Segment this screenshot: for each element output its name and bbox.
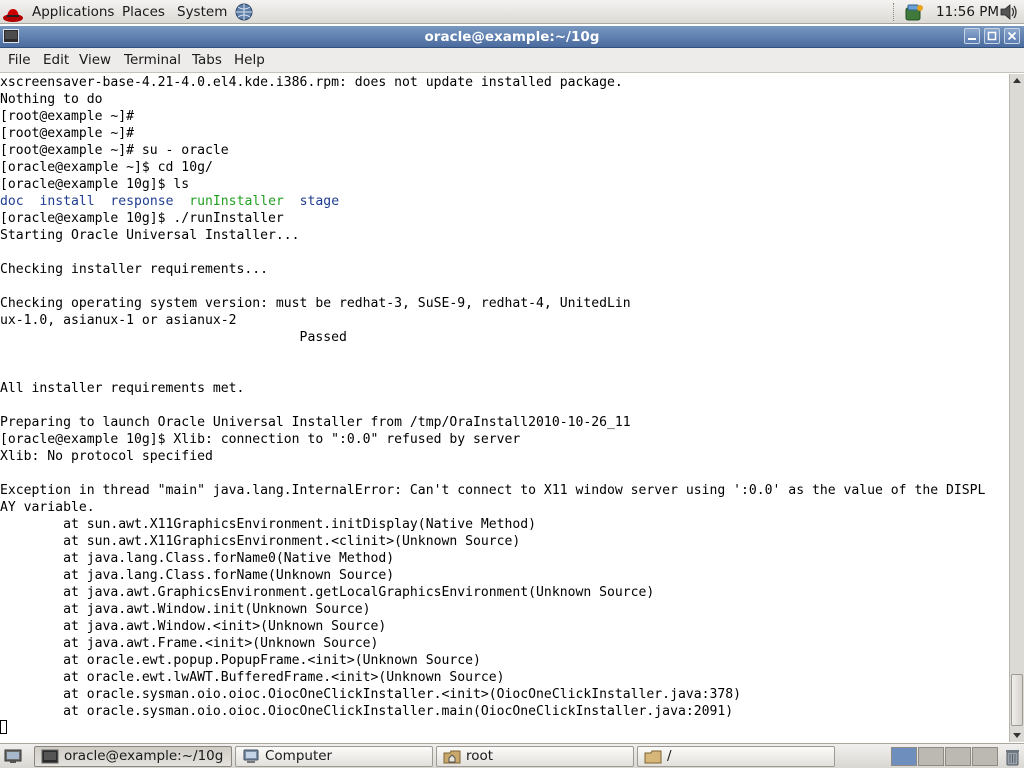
updates-icon[interactable]	[903, 2, 925, 22]
workspace-1[interactable]	[891, 747, 917, 766]
terminal-line: Xlib: No protocol specified	[0, 449, 213, 464]
applications-label: Applications	[32, 4, 115, 20]
terminal-line: [oracle@example 10g]$ Xlib: connection t…	[0, 432, 521, 447]
terminal-line: at java.awt.Window.init(Unknown Source)	[0, 602, 371, 617]
terminal-line: ux-1.0, asianux-1 or asianux-2	[0, 313, 237, 328]
computer-icon	[243, 749, 259, 763]
workspace-switcher[interactable]	[891, 747, 1001, 766]
close-icon	[1007, 31, 1017, 41]
terminal-line: All installer requirements met.	[0, 381, 245, 396]
taskbar-item-label: oracle@example:~/10g	[64, 748, 224, 764]
terminal-line: at java.awt.GraphicsEnvironment.getLocal…	[0, 585, 655, 600]
terminal-line: at sun.awt.X11GraphicsEnvironment.<clini…	[0, 534, 521, 549]
home-folder-icon	[443, 750, 461, 764]
terminal-line: xscreensaver-base-4.21-4.0.el4.kde.i386.…	[0, 75, 623, 90]
taskbar-item-label: root	[466, 748, 494, 764]
terminal-line: at java.lang.Class.forName0(Native Metho…	[0, 551, 395, 566]
close-button[interactable]	[1004, 28, 1020, 44]
terminal-line: AY variable.	[0, 500, 95, 515]
maximize-button[interactable]	[984, 28, 1000, 44]
system-menu[interactable]: System	[173, 3, 231, 21]
terminal-line: Passed	[0, 330, 347, 345]
terminal-line: Checking installer requirements...	[0, 262, 269, 277]
folder-icon	[644, 750, 662, 764]
workspace-4[interactable]	[972, 747, 998, 766]
minimize-icon	[968, 38, 976, 40]
terminal-output[interactable]: xscreensaver-base-4.21-4.0.el4.kde.i386.…	[0, 74, 1009, 742]
ls-entry: stage	[299, 194, 340, 209]
applications-menu[interactable]: Applications	[3, 3, 114, 22]
menubar: File Edit View Terminal Tabs Help	[0, 48, 1024, 73]
tray-separator	[893, 3, 896, 21]
clock[interactable]: 11:56 PM	[936, 3, 999, 21]
window-title: oracle@example:~/10g	[424, 29, 600, 45]
menu-help[interactable]: Help	[231, 52, 268, 69]
terminal-line: Starting Oracle Universal Installer...	[0, 228, 300, 243]
workspace-3[interactable]	[945, 747, 971, 766]
terminal-line: at java.lang.Class.forName(Unknown Sourc…	[0, 568, 395, 583]
terminal-line: Nothing to do	[0, 92, 103, 107]
terminal-prompt-line[interactable]	[0, 720, 1009, 737]
redhat-icon	[3, 9, 23, 22]
places-menu[interactable]: Places	[118, 3, 169, 21]
network-icon[interactable]	[233, 2, 255, 22]
terminal-line: at java.awt.Window.<init>(Unknown Source…	[0, 619, 387, 634]
terminal-text: xscreensaver-base-4.21-4.0.el4.kde.i386.…	[0, 74, 1009, 737]
vertical-scrollbar[interactable]	[1009, 74, 1024, 742]
bottom-panel: oracle@example:~/10g Computer root /	[0, 743, 1024, 768]
ls-entry: response	[110, 194, 174, 209]
terminal-line: [oracle@example 10g]$ ./runInstaller	[0, 211, 284, 226]
taskbar-item[interactable]: /	[637, 746, 835, 767]
terminal-line: [oracle@example 10g]$ ls	[0, 177, 190, 192]
terminal-line: at oracle.sysman.oio.oioc.OiocOneClickIn…	[0, 687, 742, 702]
menu-tabs[interactable]: Tabs	[189, 52, 225, 69]
ls-entry: runInstaller	[189, 194, 284, 209]
menu-view[interactable]: View	[76, 52, 114, 69]
terminal-line: Preparing to launch Oracle Universal Ins…	[0, 415, 631, 430]
terminal-line: at sun.awt.X11GraphicsEnvironment.initDi…	[0, 517, 537, 532]
terminal-line: Exception in thread "main" java.lang.Int…	[0, 483, 986, 498]
workspace-2[interactable]	[918, 747, 944, 766]
terminal-line: [root@example ~]#	[0, 109, 135, 124]
scroll-down-arrow-icon[interactable]	[1010, 728, 1024, 742]
terminal-line: at oracle.sysman.oio.oioc.OiocOneClickIn…	[0, 704, 734, 719]
scrollbar-thumb[interactable]	[1011, 674, 1023, 726]
taskbar-item-label: /	[667, 748, 672, 764]
menu-terminal[interactable]: Terminal	[121, 52, 184, 69]
terminal-line: Checking operating system version: must …	[0, 296, 631, 311]
terminal-line: at oracle.ewt.lwAWT.BufferedFrame.<init>…	[0, 670, 505, 685]
terminal-icon	[41, 749, 59, 764]
taskbar-item[interactable]: oracle@example:~/10g	[34, 746, 232, 767]
menu-file[interactable]: File	[5, 52, 34, 69]
maximize-icon	[987, 31, 997, 41]
show-desktop-icon[interactable]	[3, 747, 23, 765]
scroll-up-arrow-icon[interactable]	[1010, 74, 1024, 88]
trash-icon[interactable]	[1004, 747, 1021, 766]
menu-edit[interactable]: Edit	[40, 52, 72, 69]
volume-icon[interactable]	[998, 2, 1020, 22]
ls-entry: install	[39, 194, 95, 209]
text-cursor	[0, 720, 7, 734]
ls-entry: doc	[0, 194, 24, 209]
terminal-line: at java.awt.Frame.<init>(Unknown Source)	[0, 636, 379, 651]
taskbar-item[interactable]: Computer	[235, 746, 433, 767]
terminal-line: at oracle.ewt.popup.PopupFrame.<init>(Un…	[0, 653, 481, 668]
window-titlebar[interactable]: oracle@example:~/10g	[0, 26, 1024, 48]
terminal-line: [root@example ~]#	[0, 126, 135, 141]
taskbar-item[interactable]: root	[436, 746, 634, 767]
terminal-line: doc install response runInstaller stage	[0, 193, 1009, 210]
terminal-line: [oracle@example ~]$ cd 10g/	[0, 160, 213, 175]
minimize-button[interactable]	[964, 28, 980, 44]
taskbar-item-label: Computer	[265, 748, 333, 764]
terminal-line: [root@example ~]# su - oracle	[0, 143, 229, 158]
top-panel: Applications Places System 11:56 PM	[0, 0, 1024, 24]
